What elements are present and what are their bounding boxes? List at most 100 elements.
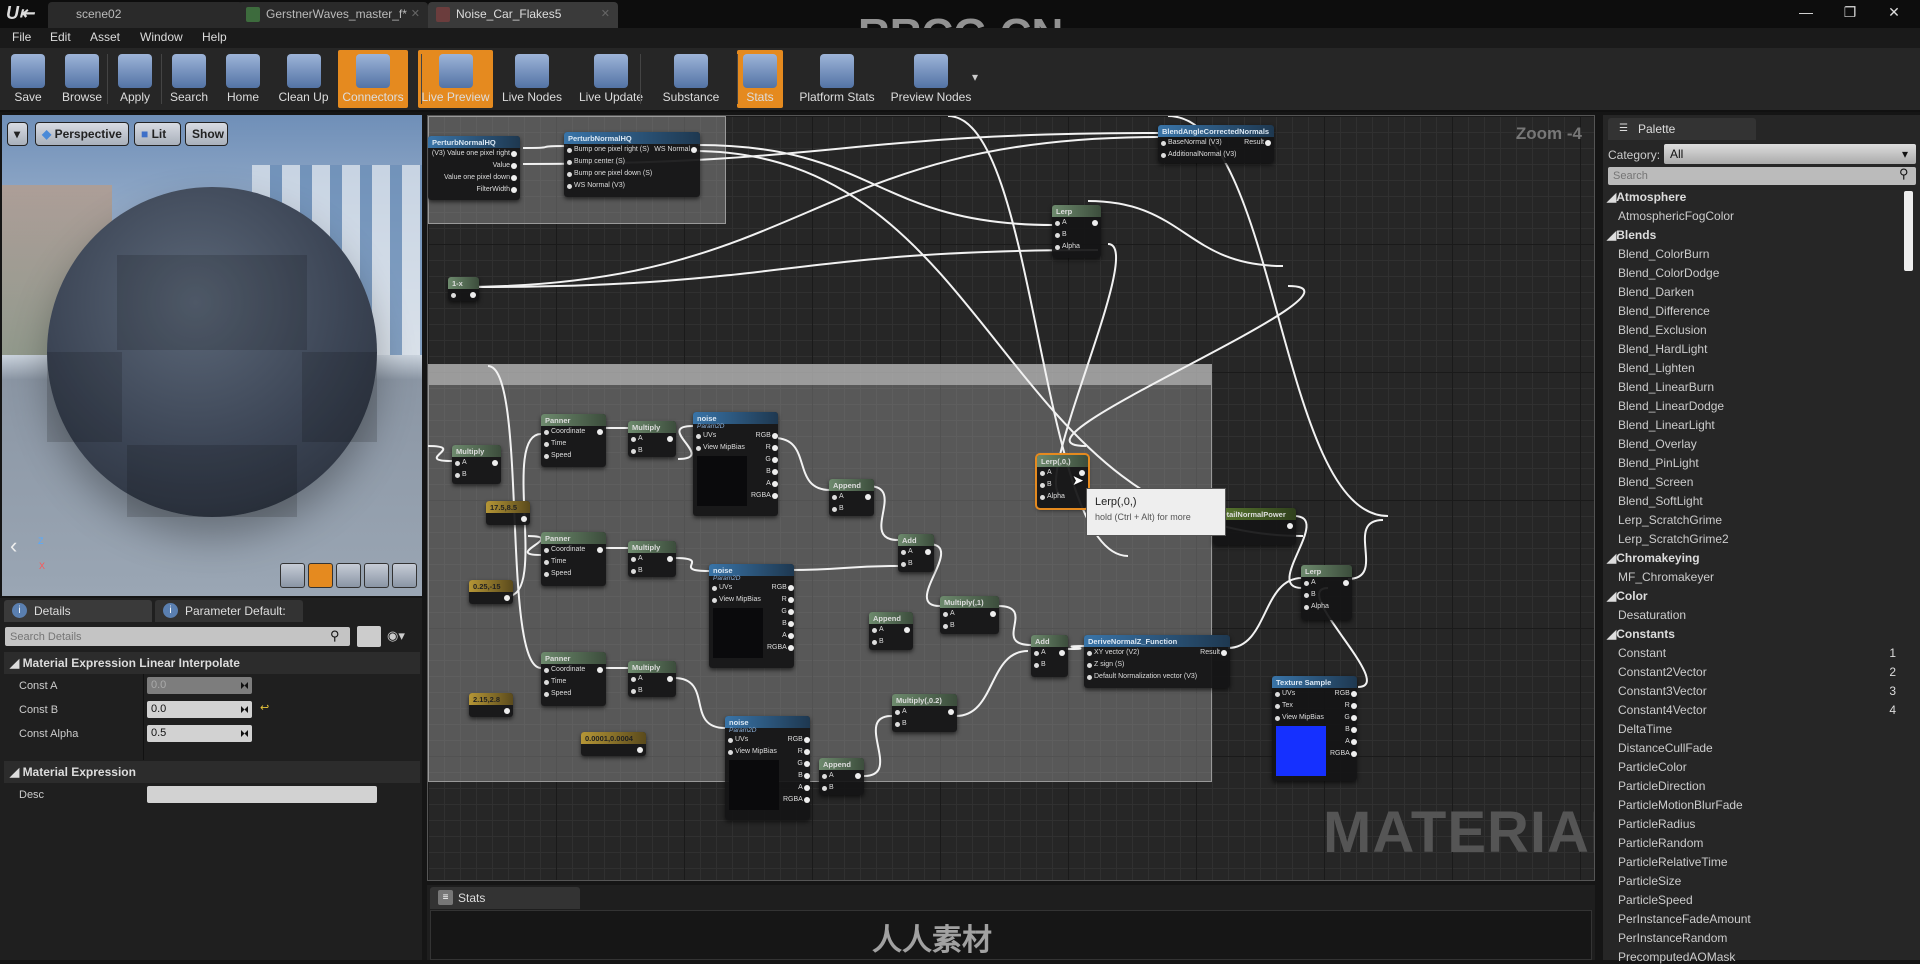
- input-pin[interactable]: View MipBias: [725, 746, 783, 758]
- graph-node-derivenormalz-function[interactable]: DeriveNormalZ_Function XY vector (V2) Z si…: [1084, 635, 1230, 688]
- viewport-options-dropdown[interactable]: ▾: [7, 122, 28, 146]
- input-pin[interactable]: UVs: [709, 582, 767, 594]
- palette-item[interactable]: Lerp_ScratchGrime: [1618, 513, 1722, 527]
- input-pin[interactable]: [448, 289, 464, 301]
- output-pin[interactable]: [464, 289, 480, 301]
- tab-stats[interactable]: ≡ Stats: [430, 887, 580, 909]
- palette-item[interactable]: Blend_LinearBurn: [1618, 380, 1714, 394]
- output-pin[interactable]: A: [1330, 736, 1360, 748]
- graph-node-panner[interactable]: Panner Coordinate Time Speed: [541, 532, 606, 586]
- input-pin[interactable]: A: [628, 433, 652, 445]
- output-pin[interactable]: G: [783, 758, 813, 770]
- input-pin[interactable]: B: [1037, 479, 1065, 491]
- palette-item[interactable]: Blend_Screen: [1618, 475, 1693, 489]
- output-pin[interactable]: RGB: [783, 734, 813, 746]
- input-pin[interactable]: B: [1301, 589, 1329, 601]
- output-pin[interactable]: WS Normal: [652, 144, 700, 156]
- palette-item[interactable]: PerInstanceFadeAmount: [1618, 912, 1751, 926]
- output-pin[interactable]: [477, 457, 502, 469]
- input-pin[interactable]: B: [892, 718, 925, 730]
- output-pin[interactable]: Value one pixel down: [432, 172, 520, 184]
- output-pin[interactable]: Value: [432, 160, 520, 172]
- output-pin[interactable]: RGBA: [783, 794, 813, 806]
- view-options-grid-icon[interactable]: [357, 626, 381, 647]
- input-pin[interactable]: B: [940, 620, 970, 632]
- menu-file[interactable]: File: [12, 30, 31, 44]
- input-pin[interactable]: A: [1037, 467, 1065, 479]
- input-pin[interactable]: B: [898, 558, 916, 570]
- output-pin[interactable]: B: [767, 618, 797, 630]
- output-pin[interactable]: RGB: [751, 430, 781, 442]
- minimize-button[interactable]: —: [1792, 4, 1820, 24]
- graph-node-texture-sample[interactable]: Texture Sample UVs Tex View MipBias RGB R G B A R…: [1272, 676, 1357, 781]
- eye-visibility-icon[interactable]: ◉▾: [387, 628, 405, 644]
- input-pin[interactable]: View MipBias: [709, 594, 767, 606]
- apply-button[interactable]: Apply: [110, 50, 160, 108]
- reset-to-default-icon[interactable]: ↩: [260, 701, 269, 714]
- tab-palette[interactable]: ☰ Palette: [1608, 118, 1756, 140]
- input-pin[interactable]: Default Normalization vector (V3): [1084, 671, 1197, 683]
- output-pin[interactable]: [614, 744, 647, 756]
- palette-item[interactable]: ParticleRadius: [1618, 817, 1695, 831]
- palette-item[interactable]: Blend_SoftLight: [1618, 494, 1703, 508]
- palette-item[interactable]: Blend_Exclusion: [1618, 323, 1707, 337]
- palette-item[interactable]: Lerp_ScratchGrime2: [1618, 532, 1729, 546]
- graph-node-lerp[interactable]: Lerp A B Alpha: [1052, 205, 1101, 258]
- graph-node-multiply-1[interactable]: Multiply(,1) A B: [940, 596, 999, 634]
- output-pin[interactable]: RGBA: [1330, 748, 1360, 760]
- save-button[interactable]: Save: [3, 50, 53, 108]
- stats-button[interactable]: Stats: [737, 50, 783, 108]
- palette-item[interactable]: ParticleDirection: [1618, 779, 1705, 793]
- output-pin[interactable]: Result: [1236, 137, 1274, 149]
- collapse-arrow-icon[interactable]: ‹: [10, 533, 17, 559]
- graph-node-2-15-2-8[interactable]: 2.15,2.8: [469, 693, 513, 717]
- graph-node-perturbnormalhq[interactable]: PerturbNormalHQ Bump one pixel right (S) B…: [564, 132, 700, 197]
- menu-help[interactable]: Help: [202, 30, 227, 44]
- input-pin[interactable]: B: [628, 565, 652, 577]
- input-pin[interactable]: B: [1031, 659, 1050, 671]
- input-pin[interactable]: A: [819, 770, 842, 782]
- palette-item[interactable]: ParticleSpeed: [1618, 893, 1693, 907]
- plane-preview-button[interactable]: [336, 563, 361, 588]
- input-pin[interactable]: Bump one pixel down (S): [564, 168, 652, 180]
- palette-scrollbar[interactable]: [1904, 191, 1913, 271]
- const-b-field[interactable]: 0.0: [147, 701, 252, 718]
- input-pin[interactable]: A: [1052, 217, 1080, 229]
- desc-input[interactable]: [147, 786, 377, 803]
- output-pin[interactable]: R: [751, 442, 781, 454]
- graph-node-perturbnormalhq[interactable]: PerturbNormalHQ (V3) Value one pixel righ…: [428, 136, 520, 200]
- palette-item[interactable]: ParticleRelativeTime: [1618, 855, 1728, 869]
- palette-item[interactable]: Desaturation: [1618, 608, 1686, 622]
- input-pin[interactable]: UVs: [1272, 688, 1330, 700]
- input-pin[interactable]: Bump one pixel right (S): [564, 144, 652, 156]
- palette-item[interactable]: DeltaTime: [1618, 722, 1672, 736]
- graph-node-17-5-8-5[interactable]: 17.5,8.5: [486, 501, 530, 525]
- output-pin[interactable]: RGBA: [767, 642, 797, 654]
- perspective-button[interactable]: ◆ Perspective: [35, 122, 129, 146]
- connectors-button[interactable]: Connectors: [338, 50, 408, 108]
- palette-item[interactable]: ParticleSize: [1618, 874, 1681, 888]
- graph-node-multiply[interactable]: Multiply A B: [628, 661, 676, 697]
- output-pin[interactable]: [1050, 647, 1069, 659]
- output-pin[interactable]: R: [1330, 700, 1360, 712]
- palette-item[interactable]: AtmosphericFogColor: [1618, 209, 1734, 223]
- graph-node-0-25-15[interactable]: 0.25,-15: [469, 580, 513, 604]
- palette-category[interactable]: ◢Chromakeying: [1607, 551, 1700, 565]
- output-pin[interactable]: [585, 664, 606, 676]
- input-pin[interactable]: UVs: [725, 734, 783, 746]
- output-pin[interactable]: [508, 513, 530, 525]
- palette-item[interactable]: Constant2Vector: [1618, 665, 1707, 679]
- output-pin[interactable]: Result: [1197, 647, 1230, 659]
- output-pin[interactable]: R: [783, 746, 813, 758]
- input-pin[interactable]: Time: [541, 676, 585, 688]
- output-pin[interactable]: [891, 624, 913, 636]
- output-pin[interactable]: [585, 544, 606, 556]
- input-pin[interactable]: A: [628, 553, 652, 565]
- tab-scene02[interactable]: scene02: [48, 2, 243, 28]
- input-pin[interactable]: Coordinate: [541, 544, 585, 556]
- output-pin[interactable]: [652, 433, 676, 445]
- input-pin[interactable]: A: [940, 608, 970, 620]
- input-pin[interactable]: A: [892, 706, 925, 718]
- graph-node-panner[interactable]: Panner Coordinate Time Speed: [541, 414, 606, 467]
- input-pin[interactable]: Alpha: [1301, 601, 1329, 613]
